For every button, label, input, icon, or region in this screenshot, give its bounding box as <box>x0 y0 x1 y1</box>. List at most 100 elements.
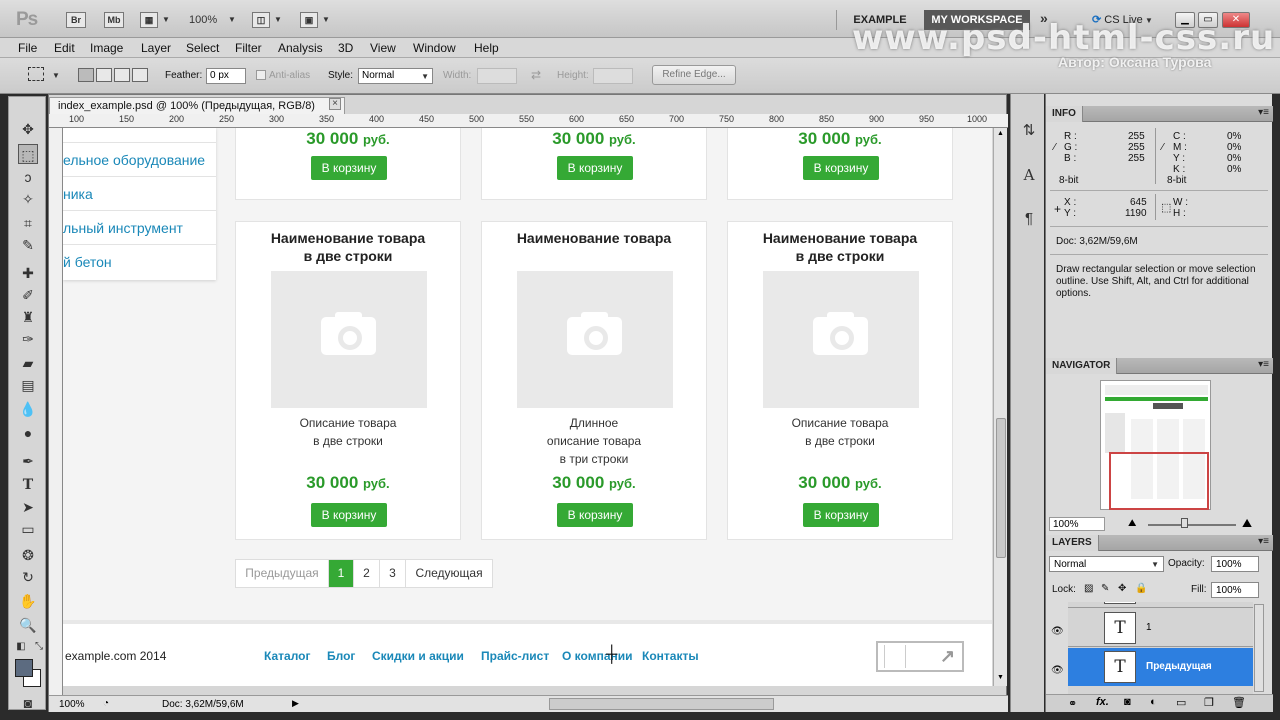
pagination-page-3[interactable]: 3 <box>380 560 406 587</box>
sidebar-link[interactable] <box>63 128 216 143</box>
product-title-line2[interactable]: в две строки <box>728 247 952 265</box>
counter-badge[interactable]: ↗ <box>876 641 964 672</box>
lock-position-icon[interactable]: ✥ <box>1118 583 1126 594</box>
layer-row[interactable]: T 1 <box>1068 609 1253 647</box>
menu-3d[interactable]: 3D <box>338 41 353 55</box>
dodge-tool-icon[interactable]: ● <box>18 423 38 443</box>
antialias-checkbox[interactable] <box>256 70 266 80</box>
opacity-input[interactable]: 100% <box>1211 556 1259 572</box>
scrollbar-thumb[interactable] <box>996 418 1006 558</box>
product-title[interactable]: Наименование товара <box>482 229 706 247</box>
add-to-cart-button[interactable]: В корзину <box>311 503 387 527</box>
shape-tool-icon[interactable]: ▭ <box>18 519 38 539</box>
height-input[interactable] <box>593 68 633 84</box>
product-title-line2[interactable]: в две строки <box>236 247 460 265</box>
product-title[interactable]: Наименование товара <box>728 229 952 247</box>
canvas[interactable]: ельное оборудование ника льный инструмен… <box>63 128 992 686</box>
new-group-icon[interactable]: ▭ <box>1176 696 1186 709</box>
quick-mask-icon[interactable]: ◙ <box>18 693 38 713</box>
swap-icon[interactable]: ⇄ <box>531 68 541 82</box>
width-input[interactable] <box>477 68 517 84</box>
add-to-cart-button[interactable]: В корзину <box>557 503 633 527</box>
menu-filter[interactable]: Filter <box>235 41 262 55</box>
product-title[interactable]: Наименование товара <box>236 229 460 247</box>
lock-all-icon[interactable]: 🔒 <box>1135 583 1147 594</box>
navigator-panel-title[interactable]: NAVIGATOR <box>1046 358 1118 374</box>
product-image[interactable] <box>517 271 673 408</box>
lasso-tool-icon[interactable]: ↄ <box>18 167 38 187</box>
mini-bridge-button[interactable]: Mb <box>104 12 124 28</box>
quick-selection-tool-icon[interactable]: ✧ <box>18 189 38 209</box>
footer-link-catalog[interactable]: Каталог <box>264 649 311 663</box>
sidebar-link[interactable]: ника <box>63 177 216 211</box>
chevron-down-icon[interactable]: ▼ <box>52 71 60 80</box>
eraser-tool-icon[interactable]: ▰ <box>18 353 38 373</box>
product-image[interactable] <box>763 271 919 408</box>
visibility-eye-icon[interactable]: 👁 <box>1051 626 1064 637</box>
close-tab-icon[interactable]: × <box>329 98 341 110</box>
arrange-documents-icon[interactable]: ◫ <box>252 12 270 28</box>
status-arrow-icon[interactable]: ▶ <box>292 698 299 709</box>
view-extras-icon[interactable]: ▦ <box>140 12 158 28</box>
status-zoom[interactable]: 100% <box>59 699 85 710</box>
swap-colors-icon[interactable]: ⤡ <box>29 637 49 657</box>
refine-edge-button[interactable]: Refine Edge... <box>652 65 736 85</box>
history-panel-icon[interactable]: ⇅ <box>1018 120 1040 142</box>
panel-menu-icon[interactable]: ▾≡ <box>1258 359 1269 370</box>
footer-link-contacts[interactable]: Контакты <box>642 649 699 663</box>
sidebar-link[interactable]: льный инструмент <box>63 211 216 245</box>
default-colors-icon[interactable]: ◧ <box>11 637 31 657</box>
add-selection-icon[interactable] <box>96 68 112 82</box>
menu-window[interactable]: Window <box>413 41 456 55</box>
new-selection-icon[interactable] <box>78 68 94 82</box>
zoom-out-icon[interactable]: ⛰ <box>1128 518 1136 529</box>
style-select[interactable]: Normal ▼ <box>358 68 433 84</box>
add-to-cart-button[interactable]: В корзину <box>803 503 879 527</box>
product-image[interactable] <box>271 271 427 408</box>
pen-tool-icon[interactable]: ✒ <box>18 451 38 471</box>
gradient-tool-icon[interactable]: ▤ <box>18 375 38 395</box>
navigator-viewport-box[interactable] <box>1109 452 1209 510</box>
menu-view[interactable]: View <box>370 41 396 55</box>
layers-panel-title[interactable]: LAYERS <box>1046 535 1099 551</box>
layer-row-selected[interactable]: T Предыдущая <box>1068 648 1253 686</box>
scroll-up-icon[interactable]: ▲ <box>997 130 1004 137</box>
brush-tool-icon[interactable]: ✐ <box>18 285 38 305</box>
crop-tool-icon[interactable]: ⌗ <box>18 213 38 233</box>
menu-image[interactable]: Image <box>90 41 123 55</box>
chevron-down-icon[interactable]: ▼ <box>322 15 330 24</box>
footer-link-sales[interactable]: Скидки и акции <box>372 649 464 663</box>
menu-help[interactable]: Help <box>474 41 499 55</box>
info-panel-title[interactable]: INFO <box>1046 106 1083 122</box>
footer-link-blog[interactable]: Блог <box>327 649 355 663</box>
layers-scrollbar[interactable] <box>1254 604 1264 692</box>
path-selection-tool-icon[interactable]: ➤ <box>18 497 38 517</box>
add-to-cart-button[interactable]: В корзину <box>557 156 633 180</box>
visibility-eye-icon[interactable]: 👁 <box>1051 665 1064 676</box>
marquee-preset-icon[interactable] <box>28 67 44 81</box>
healing-brush-tool-icon[interactable]: ✚ <box>18 263 38 283</box>
character-panel-icon[interactable]: A <box>1018 164 1040 186</box>
sidebar-link[interactable]: ельное оборудование <box>63 143 216 177</box>
pagination-page-1[interactable]: 1 <box>329 560 354 587</box>
footer-link-pricelist[interactable]: Прайс-лист <box>481 649 549 663</box>
new-layer-icon[interactable]: ❐ <box>1204 696 1214 709</box>
move-tool-icon[interactable]: ✥ <box>18 119 38 139</box>
intersect-selection-icon[interactable] <box>132 68 148 82</box>
hand-tool-icon[interactable]: ✋ <box>18 591 38 611</box>
scroll-down-icon[interactable]: ▼ <box>997 674 1004 681</box>
delete-layer-icon[interactable]: 🗑 <box>1232 696 1246 709</box>
screen-mode-icon[interactable]: ▣ <box>300 12 318 28</box>
history-brush-tool-icon[interactable]: ✑ <box>18 329 38 349</box>
zoom-level[interactable]: 100% <box>189 14 217 26</box>
eyedropper-tool-icon[interactable]: ✎ <box>18 235 38 255</box>
blend-mode-select[interactable]: Normal ▼ <box>1049 556 1164 572</box>
blur-tool-icon[interactable]: 💧 <box>18 399 38 419</box>
menu-analysis[interactable]: Analysis <box>278 41 323 55</box>
pagination-next[interactable]: Следующая <box>406 560 492 587</box>
foreground-color-swatch[interactable] <box>15 659 33 677</box>
horizontal-scrollbar[interactable] <box>549 698 774 710</box>
zoom-tool-icon[interactable]: 🔍 <box>18 615 38 635</box>
document-tab[interactable]: index_example.psd @ 100% (Предыдущая, RG… <box>49 97 345 115</box>
fill-input[interactable]: 100% <box>1211 582 1259 598</box>
